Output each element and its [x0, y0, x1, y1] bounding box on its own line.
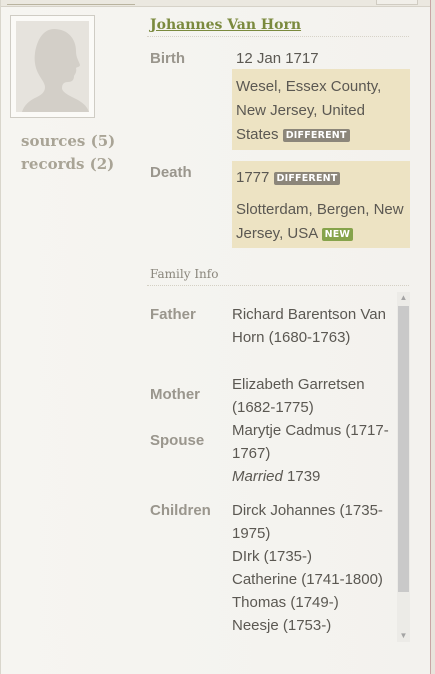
father-label: Father — [150, 306, 196, 323]
birth-date: 12 Jan 1717 — [236, 50, 319, 67]
family-info-heading: Family Info — [150, 267, 219, 281]
records-link[interactable]: records (2) — [21, 153, 115, 176]
child-item[interactable]: 1975) — [232, 522, 383, 545]
scroll-down-arrow-icon[interactable]: ▼ — [397, 630, 410, 642]
death-place-line: Jersey, USA — [236, 225, 318, 242]
child-item[interactable]: Dirck Johannes (1735- — [232, 499, 383, 522]
death-date: 1777 — [236, 169, 270, 186]
family-scrollbar[interactable]: ▲ ▼ — [397, 292, 410, 642]
sources-link[interactable]: sources (5) — [21, 130, 115, 153]
death-place: Slotterdam, Bergen, New Jersey, USA NEW — [236, 198, 404, 246]
scrollbar-thumb[interactable] — [398, 306, 409, 592]
top-tab[interactable] — [7, 0, 135, 5]
death-date-row: 1777 DIFFERENT — [236, 166, 341, 190]
married-word: Married — [232, 468, 283, 485]
mother-line[interactable]: Elizabeth Garretsen — [232, 373, 365, 396]
married-year: 1739 — [287, 468, 321, 485]
side-links: sources (5) records (2) — [21, 130, 115, 176]
window-edge — [430, 0, 435, 674]
new-badge: NEW — [321, 228, 354, 241]
birth-place-line: States — [236, 126, 279, 143]
person-name-link[interactable]: Johannes Van Horn — [150, 17, 301, 33]
different-badge: DIFFERENT — [273, 172, 341, 185]
spouse-label: Spouse — [150, 432, 205, 449]
birth-place: Wesel, Essex County, New Jersey, United … — [236, 75, 381, 147]
mother-value[interactable]: Elizabeth Garretsen (1682-1775) — [232, 373, 365, 419]
child-item[interactable]: Thomas (1749-) — [232, 591, 383, 614]
person-card: sources (5) records (2) Johannes Van Hor… — [0, 0, 432, 674]
child-item[interactable]: Neesje (1753-) — [232, 614, 383, 637]
portrait-frame[interactable] — [10, 15, 95, 118]
scroll-up-arrow-icon[interactable]: ▲ — [397, 292, 410, 304]
divider — [147, 285, 409, 286]
death-place-line: Slotterdam, Bergen, New — [236, 201, 404, 218]
top-button[interactable] — [376, 0, 418, 5]
mother-label: Mother — [150, 386, 200, 403]
father-value[interactable]: Richard Barentson Van Horn (1680-1763) — [232, 303, 386, 349]
spouse-value[interactable]: Marytje Cadmus (1717- 1767) Married 1739 — [232, 419, 389, 488]
spouse-line[interactable]: 1767) — [232, 442, 389, 465]
married-row: Married 1739 — [232, 465, 389, 488]
children-label: Children — [150, 502, 211, 519]
birth-place-line: New Jersey, United — [236, 102, 365, 119]
child-item[interactable]: Catherine (1741-1800) — [232, 568, 383, 591]
mother-line[interactable]: (1682-1775) — [232, 396, 365, 419]
divider — [147, 36, 409, 37]
birth-label: Birth — [150, 50, 185, 67]
different-badge: DIFFERENT — [282, 129, 350, 142]
child-item[interactable]: DIrk (1735-) — [232, 545, 383, 568]
father-line[interactable]: Richard Barentson Van — [232, 303, 386, 326]
birth-place-line: Wesel, Essex County, — [236, 78, 382, 95]
father-line[interactable]: Horn (1680-1763) — [232, 326, 386, 349]
silhouette-placeholder-icon — [16, 21, 89, 112]
spouse-line[interactable]: Marytje Cadmus (1717- — [232, 419, 389, 442]
top-bar — [1, 0, 432, 7]
children-list: Dirck Johannes (1735- 1975) DIrk (1735-)… — [232, 499, 383, 637]
death-label: Death — [150, 164, 192, 181]
